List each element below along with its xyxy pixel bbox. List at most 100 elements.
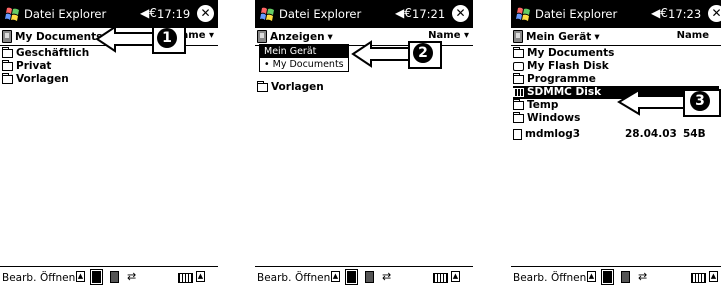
list-item[interactable]: Vorlagen	[257, 81, 471, 94]
sync-icon[interactable]: ⇄	[638, 270, 647, 283]
screen-3: Datei Explorer ◀€ 17:23 ✕ Mein Gerät ▾ N…	[511, 0, 721, 289]
input-arrow-button[interactable]: ▲	[451, 271, 460, 282]
chevron-down-icon: ▾	[208, 30, 214, 41]
chevron-down-icon: ▾	[463, 30, 469, 41]
sort-dropdown[interactable]: Name ▾	[428, 30, 469, 41]
app-title: Datei Explorer	[24, 7, 107, 21]
folder-icon	[2, 73, 13, 84]
command-bar: Bearb. Öffnen ▲ ⇄ ▲	[255, 266, 473, 289]
folder-icon	[513, 112, 524, 123]
title-bar: Datei Explorer ◀€ 17:23 ✕	[511, 0, 721, 28]
file-name: Vorlagen	[16, 73, 69, 85]
up-arrow-button[interactable]: ▲	[587, 271, 596, 282]
up-arrow-button[interactable]: ▲	[331, 271, 340, 282]
file-name: Geschäftlich	[16, 47, 90, 59]
list-item[interactable]: Programme	[513, 73, 719, 86]
keyboard-icon[interactable]	[433, 273, 448, 283]
storage-card-icon[interactable]	[601, 269, 614, 285]
device-icon	[2, 30, 12, 43]
title-bar: Datei Explorer ◀€ 17:21 ✕	[255, 0, 473, 28]
open-button[interactable]: Öffnen	[40, 272, 75, 284]
chevron-down-icon: ▾	[327, 30, 333, 43]
folder-dropdown-label: Mein Gerät	[526, 30, 592, 43]
folder-icon	[513, 47, 524, 58]
sync-icon[interactable]: ⇄	[127, 270, 136, 283]
callout-number: 2	[413, 43, 433, 63]
device-icon[interactable]	[365, 271, 374, 283]
menu-item-my-documents[interactable]: • My Documents	[260, 58, 348, 71]
flash-disk-icon	[513, 62, 524, 71]
command-bar: Bearb. Öffnen ▲ ⇄ ▲	[0, 266, 218, 289]
keyboard-icon[interactable]	[178, 273, 193, 283]
file-name: My Flash Disk	[527, 60, 609, 72]
windows-start-icon[interactable]	[259, 5, 277, 23]
close-icon[interactable]: ✕	[452, 5, 469, 22]
folder-icon	[513, 99, 524, 110]
file-name: Windows	[527, 112, 581, 124]
clock[interactable]: 17:21	[412, 7, 445, 21]
storage-card-icon[interactable]	[345, 269, 358, 285]
app-title: Datei Explorer	[535, 7, 618, 21]
list-item[interactable]: My Documents	[513, 47, 719, 60]
list-item[interactable]: My Flash Disk	[513, 60, 719, 73]
folder-icon	[513, 73, 524, 84]
list-item[interactable]: Vorlagen	[2, 73, 216, 86]
file-name: My Documents	[527, 47, 615, 59]
up-arrow-button[interactable]: ▲	[76, 271, 85, 282]
edit-menu-button[interactable]: Bearb.	[513, 272, 547, 284]
sort-dropdown[interactable]: Name	[677, 30, 709, 41]
callout-arrow-icon	[351, 40, 410, 68]
device-icon[interactable]	[110, 271, 119, 283]
folder-dropdown-label: My Documents	[15, 30, 103, 43]
document-icon	[513, 128, 522, 140]
open-button[interactable]: Öffnen	[295, 272, 330, 284]
sort-dropdown-label: Name	[676, 30, 709, 41]
app-title: Datei Explorer	[279, 7, 362, 21]
callout-arrow-icon	[617, 88, 686, 116]
speaker-icon[interactable]: ◀€	[651, 6, 668, 20]
device-icon[interactable]	[621, 271, 630, 283]
callout-number: 3	[690, 91, 710, 111]
folder-icon	[2, 60, 13, 71]
list-item[interactable]: Privat	[2, 60, 216, 73]
folder-icon	[2, 47, 13, 58]
open-button[interactable]: Öffnen	[551, 272, 586, 284]
list-item[interactable]: mdmlog3 28.04.03 54B	[513, 125, 719, 143]
file-name: Vorlagen	[271, 81, 324, 93]
speaker-icon[interactable]: ◀€	[140, 6, 157, 20]
storage-card-icon[interactable]	[90, 269, 103, 285]
storage-card-icon	[513, 88, 524, 97]
navigation-bar: Mein Gerät ▾ Name	[511, 28, 721, 46]
folder-dropdown[interactable]: My Documents	[2, 30, 102, 43]
edit-menu-button[interactable]: Bearb.	[257, 272, 291, 284]
speaker-icon[interactable]: ◀€	[395, 6, 412, 20]
screen-2: Datei Explorer ◀€ 17:21 ✕ Anzeigen ▾ Nam…	[255, 0, 473, 289]
file-size: 54B	[683, 127, 706, 140]
device-icon	[513, 30, 523, 43]
folder-dropdown[interactable]: Anzeigen ▾	[257, 30, 333, 43]
windows-start-icon[interactable]	[4, 5, 22, 23]
close-icon[interactable]: ✕	[708, 5, 721, 22]
file-name: Privat	[16, 60, 52, 72]
keyboard-icon[interactable]	[691, 273, 706, 283]
folder-dropdown[interactable]: Mein Gerät ▾	[513, 30, 600, 43]
file-list: Vorlagen	[257, 81, 471, 94]
screen-1: Datei Explorer ◀€ 17:19 ✕ My Documents N…	[0, 0, 218, 289]
clock[interactable]: 17:23	[668, 7, 701, 21]
close-icon[interactable]: ✕	[197, 5, 214, 22]
input-arrow-button[interactable]: ▲	[196, 271, 205, 282]
clock[interactable]: 17:19	[157, 7, 190, 21]
command-bar: Bearb. Öffnen ▲ ⇄ ▲	[511, 266, 721, 289]
sync-icon[interactable]: ⇄	[382, 270, 391, 283]
windows-start-icon[interactable]	[515, 5, 533, 23]
edit-menu-button[interactable]: Bearb.	[2, 272, 36, 284]
sort-dropdown-label: Name	[428, 30, 461, 41]
file-name: SDMMC Disk	[527, 86, 602, 98]
title-bar: Datei Explorer ◀€ 17:19 ✕	[0, 0, 218, 28]
input-arrow-button[interactable]: ▲	[709, 271, 718, 282]
file-name: Temp	[527, 99, 559, 111]
folder-icon	[257, 81, 268, 92]
menu-item-mein-geraet[interactable]: Mein Gerät	[260, 45, 348, 58]
callout-arrow-icon	[95, 25, 154, 53]
device-icon	[257, 30, 267, 43]
